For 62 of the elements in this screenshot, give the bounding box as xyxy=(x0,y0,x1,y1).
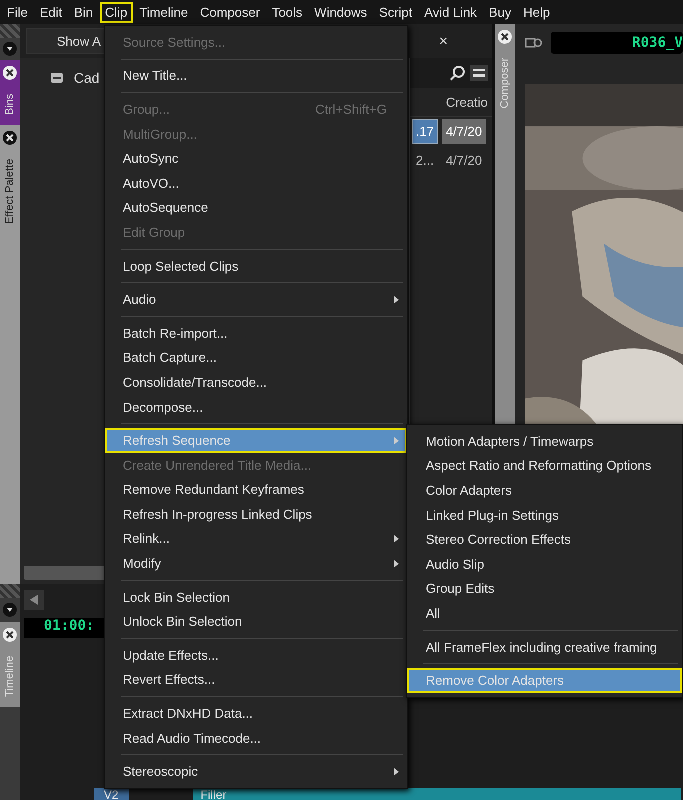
bin-name[interactable]: Cad xyxy=(74,70,100,86)
menu-item[interactable]: Remove Redundant Keyframes xyxy=(105,478,407,502)
menu-bar-item[interactable]: Help xyxy=(518,2,556,22)
track-button[interactable]: V2 xyxy=(94,788,129,800)
menu-icon[interactable] xyxy=(470,65,488,81)
menu-item[interactable]: Modify xyxy=(105,551,407,576)
menu-bar-item[interactable]: Avid Link xyxy=(420,2,482,22)
menu-item[interactable]: Stereoscopic xyxy=(105,759,407,784)
menu-item[interactable]: All xyxy=(407,601,682,626)
menu-bar-item[interactable]: Windows xyxy=(310,2,372,22)
table-cell-text: 2... xyxy=(415,152,436,170)
timecode-display: R036_V xyxy=(551,32,683,54)
timeline-clip: Filler xyxy=(192,788,681,800)
menu-item[interactable]: AutoVO... xyxy=(105,170,407,196)
close-icon[interactable] xyxy=(3,628,17,642)
menu-item[interactable]: AutoSequence xyxy=(105,196,407,220)
column-header[interactable]: Creatio xyxy=(410,88,492,117)
menu-item[interactable]: Refresh In-progress Linked Clips xyxy=(105,502,407,527)
menu-item[interactable]: Read Audio Timecode... xyxy=(105,726,407,750)
link-icon[interactable] xyxy=(525,37,543,49)
side-tab[interactable]: Bins xyxy=(0,60,20,126)
menu-bar-item[interactable]: Buy xyxy=(484,2,516,22)
menu-item[interactable]: Unlock Bin Selection xyxy=(105,609,407,634)
bin-icon xyxy=(50,72,64,84)
menu-item[interactable]: Relink... xyxy=(105,526,407,552)
menu-item[interactable]: Extract DNxHD Data... xyxy=(105,701,407,726)
menu-bar-item[interactable]: Clip xyxy=(100,2,133,22)
table-cell: .17 xyxy=(412,119,438,144)
menu-item[interactable]: Revert Effects... xyxy=(105,668,407,692)
menu-item[interactable]: Consolidate/Transcode... xyxy=(105,370,407,395)
grip xyxy=(0,584,20,598)
dropdown-icon[interactable] xyxy=(3,603,17,617)
menu-item[interactable]: Audio xyxy=(105,287,407,312)
menu-bar-item[interactable]: File xyxy=(2,2,33,22)
grip xyxy=(0,24,20,38)
show-button[interactable]: Show A xyxy=(26,28,104,54)
side-tab[interactable]: Effect Palette xyxy=(0,125,20,235)
menu-bar-item[interactable]: Edit xyxy=(34,2,68,22)
menu-item[interactable]: All FrameFlex including creative framing xyxy=(407,634,682,660)
close-icon[interactable] xyxy=(498,30,512,44)
menu-bar-item[interactable]: Timeline xyxy=(134,2,194,22)
menu-item[interactable]: Batch Capture... xyxy=(105,346,407,370)
menu-item[interactable]: Batch Re-import... xyxy=(105,320,407,346)
menu-item[interactable]: New Title... xyxy=(105,64,407,88)
menu-item[interactable]: Loop Selected Clips xyxy=(105,254,407,278)
menu-bar-item[interactable]: Composer xyxy=(195,2,266,22)
search-icon[interactable] xyxy=(450,65,466,81)
play-reverse-icon[interactable] xyxy=(24,590,44,610)
menu-item[interactable]: Decompose... xyxy=(105,394,407,420)
menu-item[interactable]: AutoSync xyxy=(105,146,407,171)
dropdown-icon[interactable] xyxy=(3,42,17,56)
timecode-display: 01:00: xyxy=(24,618,104,638)
close-tab-button[interactable]: × xyxy=(439,32,448,50)
menu-bar-item[interactable]: Bin xyxy=(69,2,98,22)
menu-item[interactable]: Update Effects... xyxy=(105,643,407,668)
table-cell-text: 4/7/20 xyxy=(445,152,484,170)
menu-item[interactable]: Lock Bin Selection xyxy=(105,584,407,610)
close-icon[interactable] xyxy=(3,66,17,80)
menu-bar-item[interactable]: Tools xyxy=(267,2,308,22)
menu-bar-item[interactable]: Script xyxy=(374,2,418,22)
table-cell: 4/7/20 xyxy=(442,119,486,144)
close-icon[interactable] xyxy=(3,131,17,146)
